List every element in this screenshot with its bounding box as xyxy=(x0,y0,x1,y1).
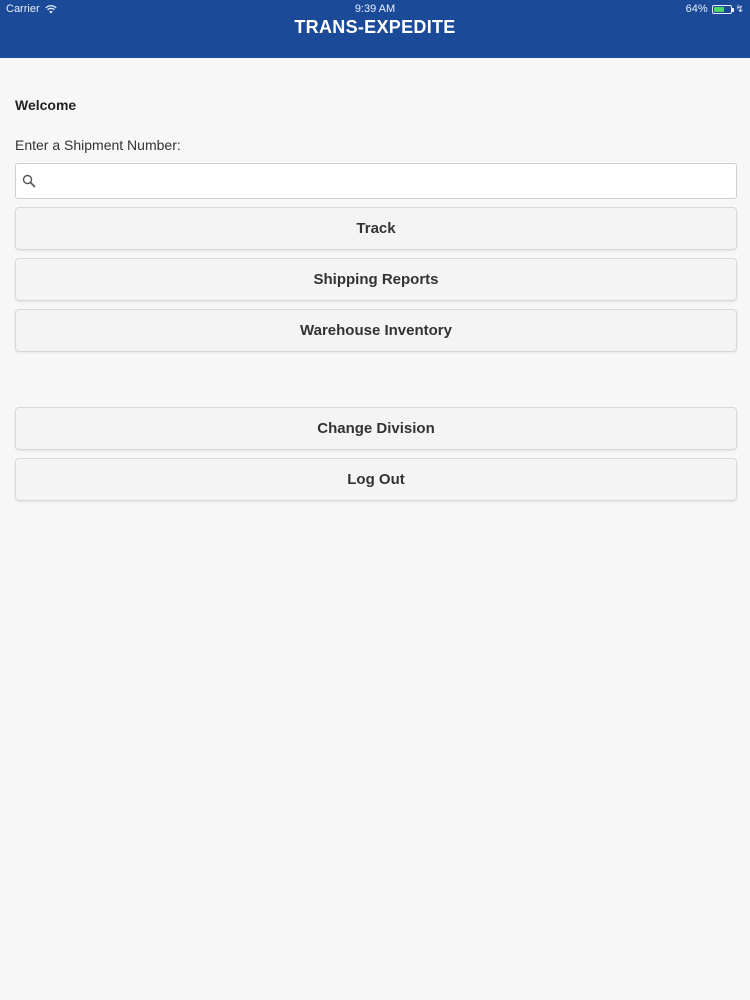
shipment-number-input[interactable] xyxy=(44,164,732,198)
shipment-search-field[interactable] xyxy=(15,163,737,199)
search-icon xyxy=(22,174,36,188)
track-button[interactable]: Track xyxy=(15,207,737,250)
charging-icon: ↯ xyxy=(735,3,744,15)
log-out-button[interactable]: Log Out xyxy=(15,458,737,501)
main-content: Welcome Enter a Shipment Number: Track S… xyxy=(15,95,737,501)
warehouse-inventory-button[interactable]: Warehouse Inventory xyxy=(15,309,737,352)
account-actions: Change Division Log Out xyxy=(15,407,737,501)
status-right: 64% ↯ xyxy=(686,3,744,15)
shipment-prompt-label: Enter a Shipment Number: xyxy=(15,137,181,153)
change-division-button[interactable]: Change Division xyxy=(15,407,737,450)
status-time: 9:39 AM xyxy=(354,3,396,15)
status-bar: Carrier 9:39 AM 64% ↯ xyxy=(0,0,750,18)
app-header: Carrier 9:39 AM 64% ↯ TRANS-EXPEDITE xyxy=(0,0,750,58)
battery-icon xyxy=(711,4,734,14)
welcome-heading: Welcome xyxy=(15,97,77,113)
primary-actions: Track Shipping Reports Warehouse Invento… xyxy=(15,207,737,352)
shipping-reports-button[interactable]: Shipping Reports xyxy=(15,258,737,301)
page-title: TRANS-EXPEDITE xyxy=(294,17,456,37)
battery-percent: 64% xyxy=(685,3,708,15)
